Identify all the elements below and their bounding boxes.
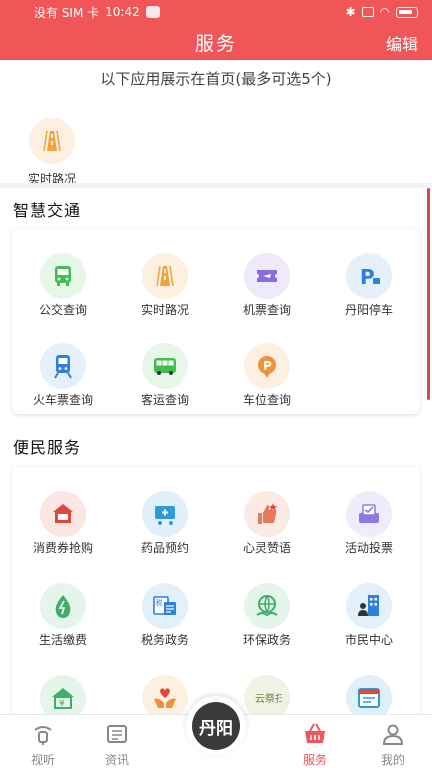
service-item[interactable]: 客运查询 xyxy=(114,329,216,419)
svg-text:P: P xyxy=(360,265,375,289)
service-item[interactable]: 实时路况 xyxy=(114,239,216,329)
tab-label: 资讯 xyxy=(104,753,129,767)
tax-doc-icon: 税 xyxy=(142,583,188,629)
service-item-label: 税务政务 xyxy=(140,633,189,647)
service-item-label: 丹阳停车 xyxy=(344,303,393,317)
tab-label: 服务 xyxy=(302,753,327,767)
service-item-label: 活动投票 xyxy=(344,541,393,555)
water-drop-icon xyxy=(40,583,86,629)
home-hint-text: 以下应用展示在首页(最多可选5个) xyxy=(100,70,332,88)
service-item[interactable]: 消费券抢购 xyxy=(12,477,114,567)
carrier-text: 没有 SIM 卡 xyxy=(34,5,100,20)
service-item[interactable]: 环保政务 xyxy=(216,569,318,659)
tab-label: 我的 xyxy=(380,753,405,767)
service-item[interactable]: 心灵赞语 xyxy=(216,477,318,567)
tab-mine[interactable]: 我的 xyxy=(350,715,432,768)
broadcast-icon xyxy=(34,726,52,745)
user-icon xyxy=(382,724,404,745)
ticket-icon xyxy=(244,253,290,299)
road-icon xyxy=(142,253,188,299)
scrollbar[interactable] xyxy=(427,188,430,400)
coupon-icon xyxy=(40,491,86,537)
bus-icon xyxy=(40,253,86,299)
notification-icon xyxy=(145,6,160,18)
service-item-label: 药品预约 xyxy=(140,541,189,555)
service-item[interactable]: P 丹阳停车 xyxy=(318,239,420,329)
section-title-smart-traffic: 智慧交通 xyxy=(13,201,82,220)
service-item-label: 公交查询 xyxy=(38,303,87,317)
bluetooth-icon: ✱ xyxy=(345,5,356,19)
service-item[interactable]: 市民中心 xyxy=(318,569,420,659)
nav-bar: 服务 编辑 xyxy=(0,24,432,60)
battery-icon xyxy=(396,6,418,18)
service-item-label: 实时路况 xyxy=(140,303,189,317)
icon-text: 云祭扫 xyxy=(255,692,282,705)
basket-icon xyxy=(305,723,325,743)
tab-news[interactable]: 资讯 xyxy=(74,715,160,768)
parking-icon: P xyxy=(346,253,392,299)
home-app-realtime-traffic[interactable]: 实时路况 xyxy=(22,118,82,187)
svg-text:税: 税 xyxy=(156,598,163,607)
service-item-label: 车位查询 xyxy=(242,393,291,407)
service-item-label: 火车票查询 xyxy=(32,393,93,407)
service-item-label: 客运查询 xyxy=(140,393,189,407)
page-title: 服务 xyxy=(194,33,237,55)
wifi-icon: ◠ xyxy=(379,5,390,19)
signal-icon xyxy=(361,7,374,17)
convenience-card: 消费券抢购 药品预约 心灵赞语 活动投票 生活缴费税税务政务 环保政务 市民中心 ¥ 云祭扫 xyxy=(12,467,420,727)
service-item[interactable]: 药品预约 xyxy=(114,477,216,567)
parking-spot-icon: P xyxy=(244,343,290,389)
service-item-label: 机票查询 xyxy=(242,303,291,317)
building-person-icon xyxy=(346,583,392,629)
svg-text:P: P xyxy=(263,359,272,373)
service-item[interactable]: 机票查询 xyxy=(216,239,318,329)
service-item-label: 环保政务 xyxy=(242,633,291,647)
service-item-label: 消费券抢购 xyxy=(32,541,93,555)
service-item[interactable]: P 车位查询 xyxy=(216,329,318,419)
cart-icon xyxy=(142,491,188,537)
coach-icon xyxy=(142,343,188,389)
service-item[interactable]: 活动投票 xyxy=(318,477,420,567)
service-item[interactable]: 公交查询 xyxy=(12,239,114,329)
service-item-label: 生活缴费 xyxy=(38,633,87,647)
service-item-label: 市民中心 xyxy=(344,633,393,647)
globe-leaf-icon xyxy=(244,583,290,629)
section-divider xyxy=(0,183,432,188)
status-bar: 没有 SIM 卡 10:42 ✱ ◠ xyxy=(0,0,432,24)
smart-traffic-card: 公交查询 实时路况 机票查询 P 丹阳停车火车票查询 客运查询 P 车位查询 xyxy=(12,229,420,414)
service-item-label: 心灵赞语 xyxy=(242,541,291,555)
thumbs-up-icon xyxy=(244,491,290,537)
danyang-logo: 丹阳 xyxy=(192,702,240,750)
clock-text: 10:42 xyxy=(105,5,140,19)
service-item[interactable]: 税税务政务 xyxy=(114,569,216,659)
svg-text:¥: ¥ xyxy=(59,699,65,709)
edit-button[interactable]: 编辑 xyxy=(386,31,418,55)
center-home-button[interactable]: 丹阳 xyxy=(186,696,246,756)
section-title-convenience: 便民服务 xyxy=(13,438,82,457)
train-icon xyxy=(40,343,86,389)
service-item[interactable]: 生活缴费 xyxy=(12,569,114,659)
vote-icon xyxy=(346,491,392,537)
road-icon xyxy=(29,118,75,164)
news-icon xyxy=(107,725,127,743)
service-item[interactable]: 火车票查询 xyxy=(12,329,114,419)
tab-services[interactable]: 服务 xyxy=(272,715,358,768)
